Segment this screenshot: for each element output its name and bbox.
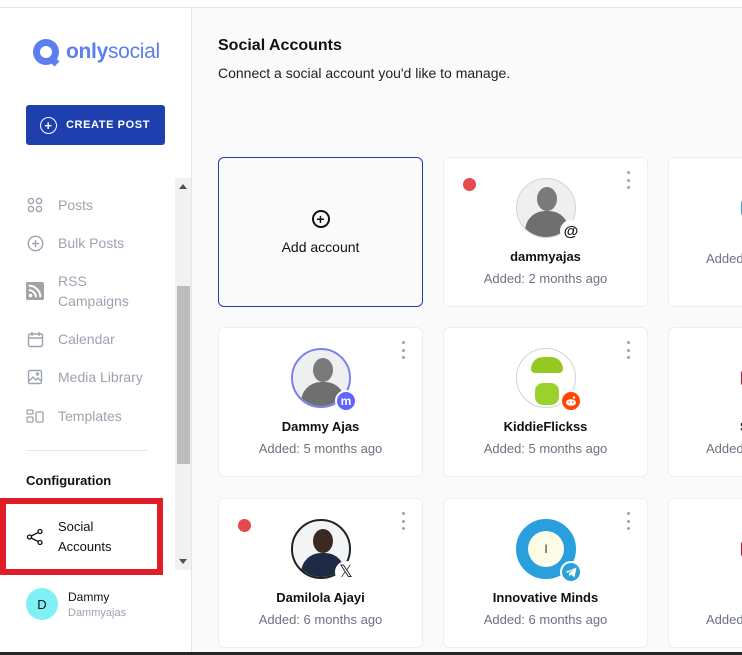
account-added-date: Added: 5 months ago	[258, 441, 383, 456]
x-icon: 𝕏	[335, 561, 357, 583]
account-card[interactable]: m Dammy Ajas Added: 5 months ago	[218, 327, 423, 477]
plus-circle-icon	[26, 234, 44, 252]
threads-icon: @	[560, 220, 582, 242]
mastodon-icon: m	[335, 390, 357, 412]
page-title: Social Accounts	[218, 37, 342, 54]
rss-icon	[26, 282, 44, 300]
more-options-icon[interactable]	[623, 512, 633, 530]
templates-icon	[26, 407, 44, 425]
account-added-date: Added: 6 months ago	[483, 612, 608, 627]
logo-text: onlysocial	[66, 40, 160, 63]
share-icon	[26, 528, 44, 546]
image-icon	[26, 368, 44, 386]
account-avatar: m	[291, 348, 357, 412]
sidebar-item-bulk-posts[interactable]: Bulk Posts	[26, 233, 124, 253]
more-options-icon[interactable]	[623, 341, 633, 359]
page-subtitle: Connect a social account you'd like to m…	[218, 65, 511, 81]
calendar-icon	[26, 330, 44, 348]
sidebar-item-posts[interactable]: Posts	[26, 195, 93, 215]
scroll-down-arrow-icon[interactable]	[179, 559, 187, 564]
sidebar-item-calendar[interactable]: Calendar	[26, 329, 115, 349]
account-card[interactable]: S Added	[668, 327, 742, 477]
account-added-date: Added: 2 months ago	[483, 271, 608, 286]
account-added-date: Added: 6 months ago	[258, 612, 383, 627]
telegram-icon	[560, 561, 582, 583]
status-indicator	[463, 178, 476, 191]
user-name: Dammy	[68, 589, 110, 604]
more-options-icon[interactable]	[623, 171, 633, 189]
add-account-label: Add account	[281, 238, 360, 255]
sidebar-item-rss-campaigns[interactable]: RSS Campaigns	[26, 271, 129, 311]
plus-circle-icon: +	[40, 116, 57, 134]
account-added-date: Added	[706, 441, 742, 456]
account-avatar: I	[516, 519, 582, 583]
app-root: onlysocial + CREATE POST Posts Bulk Post…	[0, 0, 742, 655]
status-indicator	[238, 519, 251, 532]
section-title-configuration: Configuration	[26, 473, 112, 488]
account-card[interactable]: @ dammyajas Added: 2 months ago	[443, 157, 648, 307]
sidebar: onlysocial + CREATE POST Posts Bulk Post…	[0, 8, 192, 652]
add-account-card[interactable]: + Add account	[218, 157, 423, 307]
main-content: Social Accounts Connect a social account…	[193, 8, 742, 652]
sidebar-item-templates[interactable]: Templates	[26, 406, 122, 426]
scroll-thumb[interactable]	[177, 286, 190, 464]
account-name: dammyajas	[510, 249, 581, 264]
account-avatar	[516, 348, 582, 412]
more-options-icon[interactable]	[398, 341, 408, 359]
sidebar-item-label: Media Library	[58, 369, 143, 385]
grid-icon	[26, 196, 44, 214]
account-card[interactable]: Added	[668, 157, 742, 307]
sidebar-divider	[26, 450, 148, 451]
scroll-up-arrow-icon[interactable]	[179, 184, 187, 189]
account-name: Damilola Ajayi	[276, 590, 365, 605]
sidebar-item-label: Bulk Posts	[58, 235, 125, 251]
sidebar-scrollbar[interactable]	[175, 178, 191, 570]
sidebar-item-media-library[interactable]: Media Library	[26, 367, 143, 387]
sidebar-item-label: RSS Campaigns	[58, 273, 129, 309]
sidebar-item-label: Calendar	[58, 331, 115, 347]
account-card[interactable]: KiddieFlickss Added: 5 months ago	[443, 327, 648, 477]
account-card[interactable]: Added	[668, 498, 742, 648]
logo-icon	[33, 39, 59, 65]
user-profile[interactable]: D Dammy Dammyajas	[26, 588, 126, 620]
account-avatar: @	[516, 178, 582, 242]
create-post-button[interactable]: + CREATE POST	[26, 105, 165, 145]
account-added-date: Added	[706, 251, 742, 266]
sidebar-item-social-accounts[interactable]: Social Accounts	[0, 498, 163, 575]
plus-circle-icon: +	[311, 209, 330, 228]
more-options-icon[interactable]	[398, 512, 408, 530]
user-handle: Dammyajas	[68, 606, 127, 619]
create-post-label: CREATE POST	[66, 119, 151, 131]
account-added-date: Added: 5 months ago	[483, 441, 608, 456]
account-card[interactable]: I Innovative Minds Added: 6 months ago	[443, 498, 648, 648]
account-avatar: 𝕏	[291, 519, 357, 583]
avatar: D	[26, 588, 58, 620]
account-added-date: Added	[706, 612, 742, 627]
sidebar-item-label: Posts	[58, 197, 94, 213]
sidebar-item-label: Social Accounts	[58, 518, 112, 554]
account-card[interactable]: 𝕏 Damilola Ajayi Added: 6 months ago	[218, 498, 423, 648]
top-border	[0, 0, 742, 8]
account-name: Dammy Ajas	[281, 419, 360, 434]
logo[interactable]: onlysocial	[33, 39, 160, 65]
sidebar-item-label: Templates	[58, 408, 122, 424]
account-name: KiddieFlickss	[503, 419, 588, 434]
account-name: Innovative Minds	[492, 590, 599, 605]
reddit-icon	[560, 390, 582, 412]
